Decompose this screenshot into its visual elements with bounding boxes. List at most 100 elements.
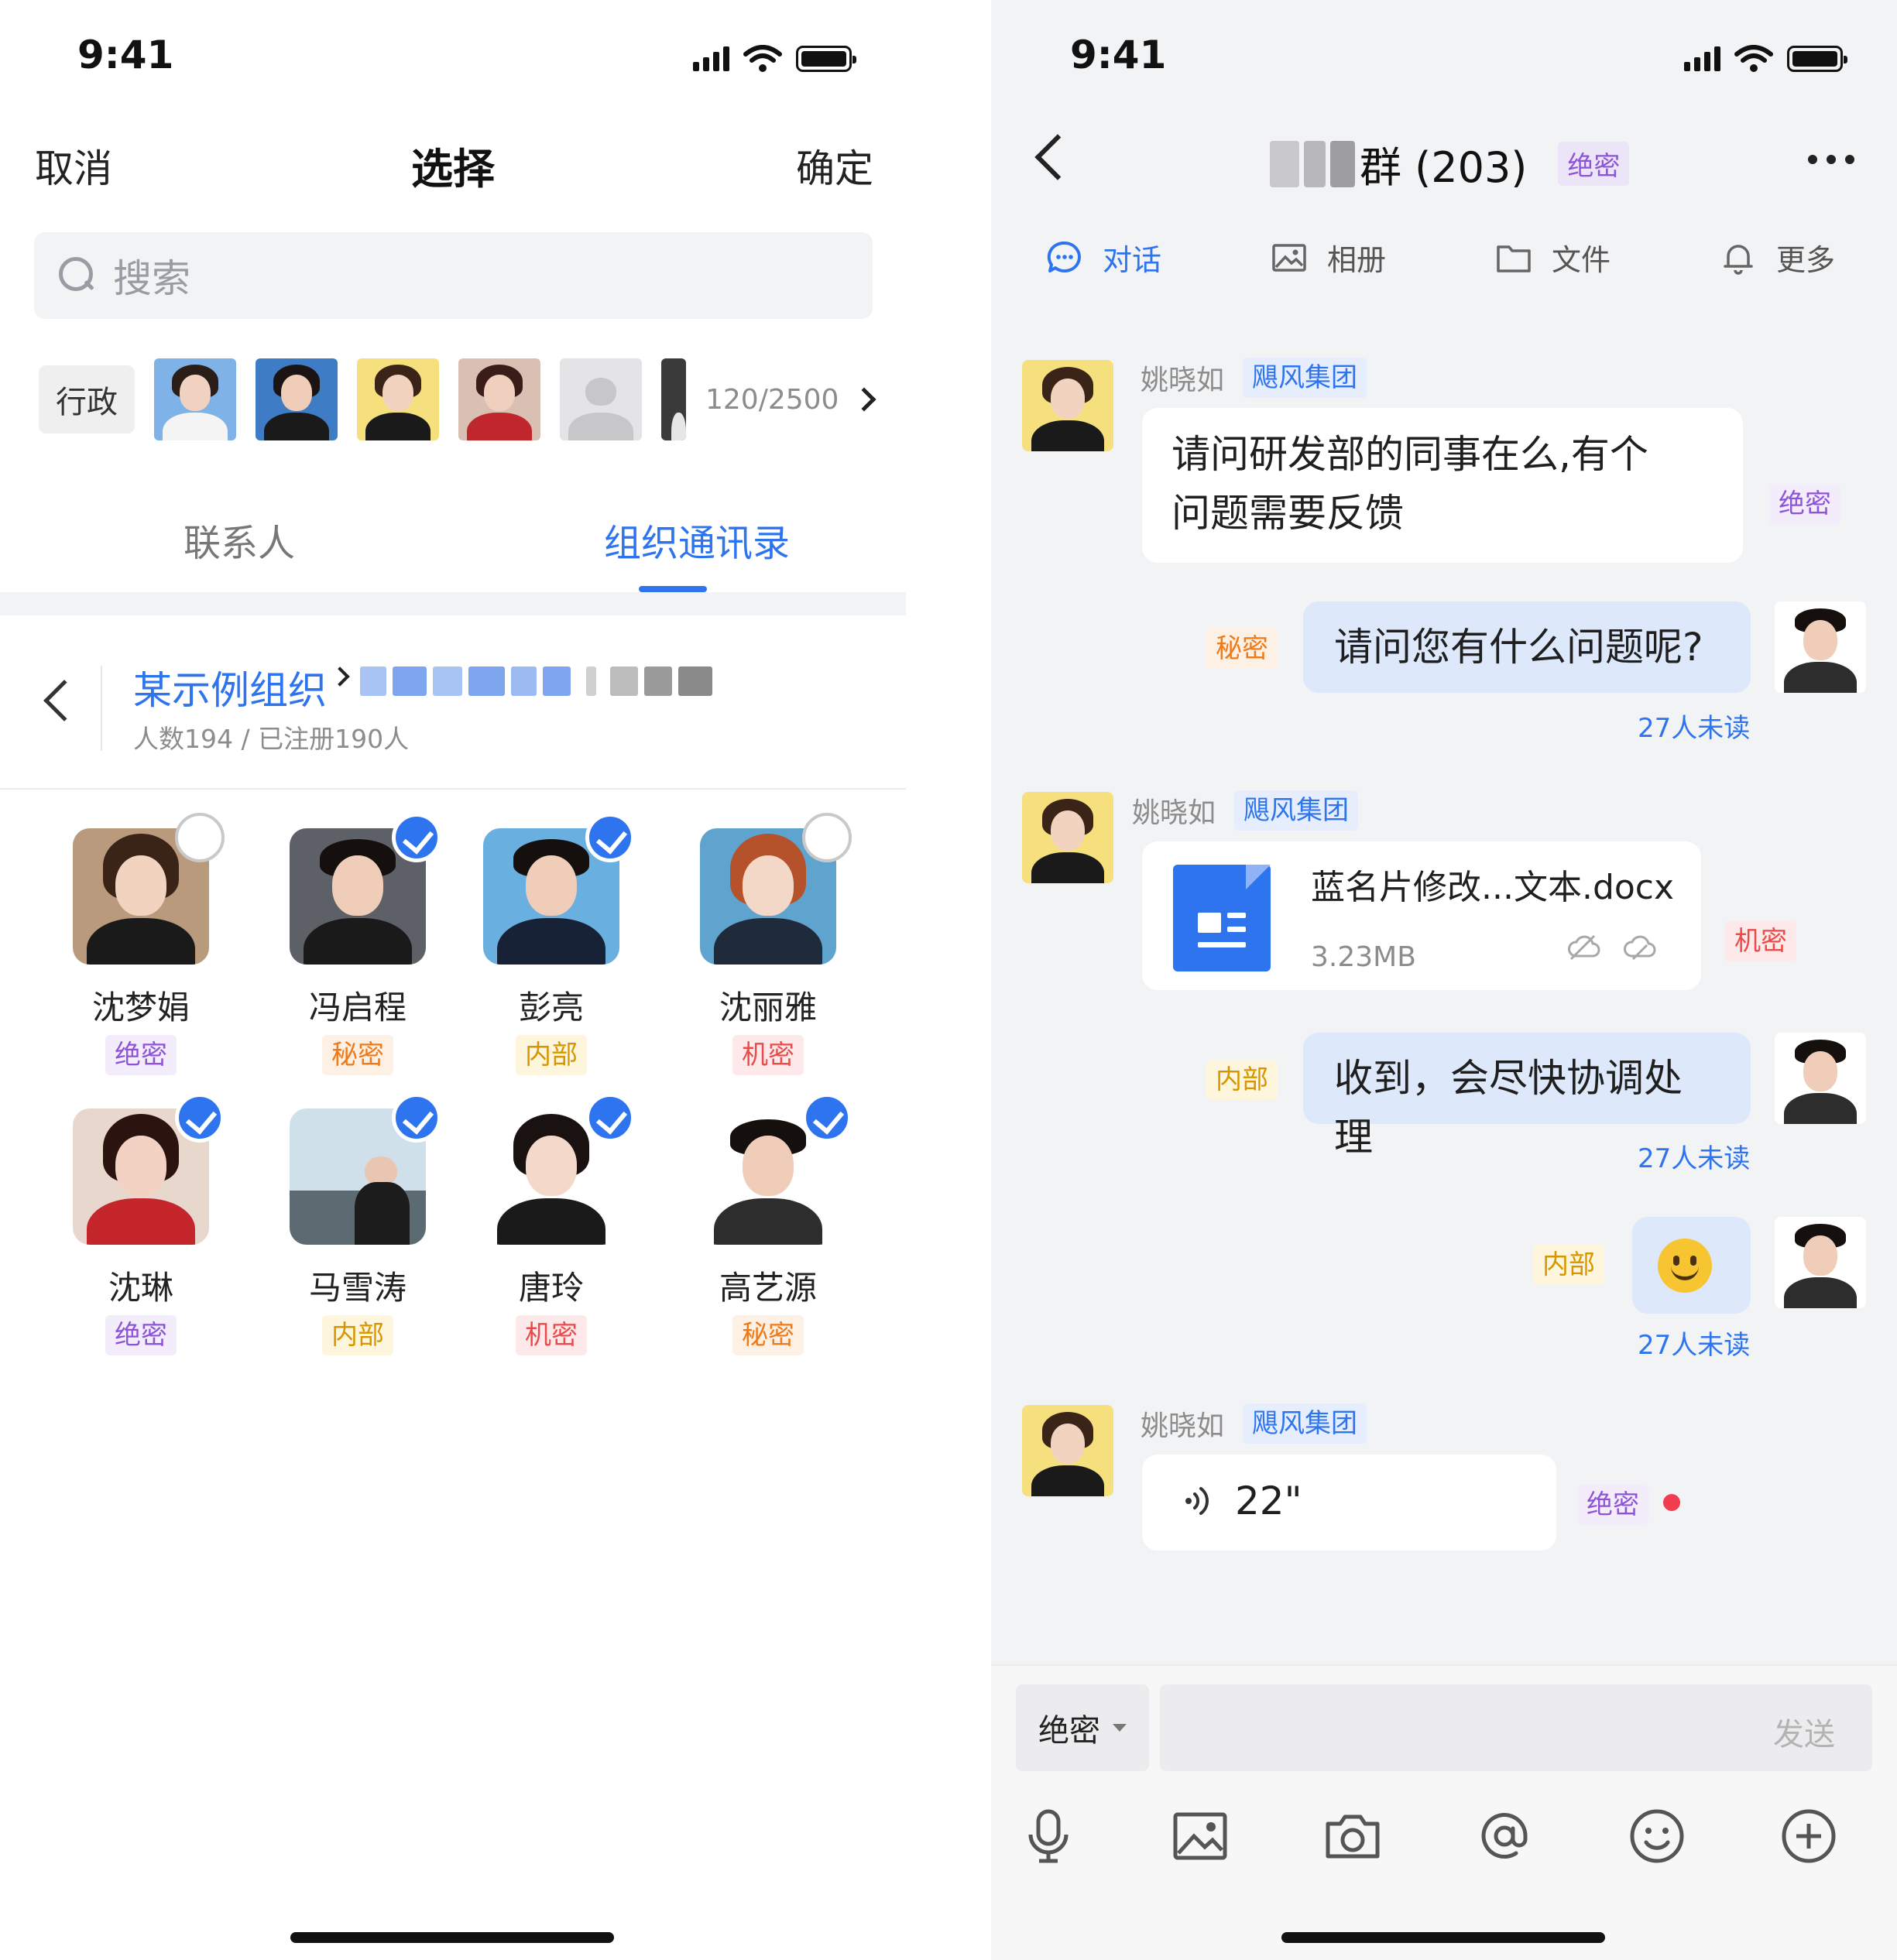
emoji-icon[interactable] (1626, 1805, 1688, 1867)
status-time: 9:41 (1070, 33, 1167, 77)
breadcrumb-org[interactable]: 某示例组织 (133, 660, 327, 715)
camera-icon[interactable] (1322, 1805, 1384, 1867)
unread-count[interactable]: 27人未读 (1638, 1324, 1750, 1362)
image-icon[interactable] (1169, 1805, 1231, 1867)
unread-count[interactable]: 27人未读 (1638, 1137, 1750, 1175)
message-text: 问题需要反馈 (1171, 491, 1404, 536)
message-bubble[interactable]: 请问您有什么问题呢? (1303, 601, 1751, 693)
caret-down-icon (1113, 1724, 1127, 1732)
person-card[interactable]: 沈丽雅 机密 (675, 828, 861, 1075)
chat-title-text: 群 (203) (1360, 143, 1528, 192)
person-name: 沈丽雅 (719, 989, 817, 1026)
chevron-right-icon[interactable] (852, 387, 877, 412)
file-message-bubble[interactable]: 蓝名片修改...文本.docx 3.23MB (1142, 841, 1701, 990)
confirm-button[interactable]: 确定 (796, 138, 873, 194)
org-tag: 飓风集团 (1243, 1403, 1367, 1444)
sender-name: 姚晓如 (1141, 1410, 1225, 1442)
breadcrumb-redacted (360, 666, 712, 697)
cloud-download-icon[interactable] (1622, 931, 1658, 962)
tab-org-directory[interactable]: 组织通讯录 (604, 512, 790, 567)
breadcrumb-chevron-icon (330, 666, 350, 687)
message-input[interactable]: 发送 (1160, 1684, 1872, 1771)
contact-picker-screen: 9:41 取消 选择 确定 搜索 行政 120/2500 联系人 组织通讯录 某… (0, 0, 991, 1960)
emoji-message-bubble[interactable] (1632, 1217, 1751, 1314)
message-text: 请问您有什么问题呢? (1334, 625, 1703, 670)
org-tag: 飓风集团 (1234, 790, 1359, 831)
select-checkbox[interactable] (802, 813, 852, 862)
microphone-icon[interactable] (1017, 1805, 1079, 1867)
tab-album[interactable]: 相册 (1271, 236, 1386, 279)
message-bubble[interactable]: 请问研发部的同事在么,有个 问题需要反馈 (1142, 408, 1743, 563)
cloud-disabled-icon[interactable] (1566, 931, 1602, 962)
sender-line: 姚晓如 飓风集团 (1132, 790, 1359, 831)
voice-message-bubble[interactable]: 22" (1142, 1455, 1556, 1551)
send-button[interactable]: 发送 (1773, 1709, 1835, 1754)
person-name: 沈琳 (108, 1269, 173, 1307)
avatar[interactable] (1775, 1217, 1866, 1308)
chat-title: 群 (203) 绝密 (1270, 133, 1630, 194)
avatar[interactable] (1775, 601, 1866, 693)
person-card[interactable]: 沈梦娟 绝密 (48, 828, 234, 1075)
person-name: 冯启程 (308, 989, 406, 1026)
back-icon[interactable] (43, 680, 85, 721)
tab-files[interactable]: 文件 (1496, 236, 1611, 279)
wifi-icon (1734, 45, 1773, 72)
select-checkbox-checked[interactable] (392, 1093, 441, 1143)
battery-icon (1787, 46, 1847, 72)
message-bubble[interactable]: 收到，会尽快协调处理 (1303, 1033, 1751, 1160)
select-checkbox-checked[interactable] (802, 1093, 852, 1143)
search-input[interactable]: 搜索 (34, 232, 873, 319)
avatar[interactable] (1022, 1405, 1113, 1496)
select-checkbox[interactable] (175, 813, 225, 862)
signal-icon (693, 46, 729, 71)
person-name: 彭亮 (518, 989, 584, 1026)
person-card[interactable]: 冯启程 秘密 (265, 828, 451, 1075)
person-card[interactable]: 彭亮 内部 (458, 828, 644, 1075)
bell-icon (1724, 244, 1753, 275)
selected-avatar[interactable] (458, 358, 540, 440)
person-card[interactable]: 唐玲 机密 (458, 1108, 644, 1355)
group-chat-screen: 9:41 群 (203) 绝密 对话 相册 文件 更多 姚晓如 飓风集团 请问研… (991, 0, 1897, 1960)
avatar[interactable] (1022, 792, 1113, 883)
person-card[interactable]: 沈琳 绝密 (48, 1108, 234, 1355)
select-checkbox-checked[interactable] (585, 1093, 635, 1143)
back-icon[interactable] (1034, 134, 1081, 180)
status-bar: 9:41 (0, 0, 991, 116)
placeholder-avatar[interactable] (560, 358, 642, 440)
selected-avatar[interactable] (661, 358, 686, 440)
person-card[interactable]: 高艺源 秘密 (675, 1108, 861, 1355)
tab-conversation-label: 对话 (1103, 243, 1162, 277)
status-bar: 9:41 (991, 0, 1897, 116)
sender-name: 姚晓如 (1132, 797, 1216, 829)
classification-tag: 绝密 (1577, 1485, 1648, 1525)
tab-more[interactable]: 更多 (1720, 236, 1835, 279)
tab-active-indicator (639, 586, 707, 592)
classification-select[interactable]: 绝密 (1016, 1684, 1149, 1771)
classification-tag: 绝密 (105, 1315, 177, 1355)
selected-avatar[interactable] (154, 358, 236, 440)
divider (0, 788, 906, 790)
page-title: 选择 (411, 145, 495, 194)
document-icon (1173, 865, 1271, 971)
breadcrumb-subtitle: 人数194 / 已注册190人 (133, 724, 410, 754)
selected-count: 120/2500 (705, 383, 839, 416)
avatar[interactable] (1775, 1033, 1866, 1124)
select-checkbox-checked[interactable] (585, 813, 635, 862)
select-checkbox-checked[interactable] (175, 1093, 225, 1143)
classification-tag: 秘密 (322, 1035, 393, 1075)
select-checkbox-checked[interactable] (392, 813, 441, 862)
classification-tag: 内部 (1206, 1060, 1278, 1100)
selected-avatar[interactable] (357, 358, 439, 440)
tab-album-label: 相册 (1327, 243, 1387, 277)
at-icon[interactable] (1473, 1805, 1535, 1867)
avatar[interactable] (1022, 360, 1113, 451)
more-icon[interactable] (1808, 155, 1854, 164)
unread-count[interactable]: 27人未读 (1638, 707, 1750, 745)
add-icon[interactable] (1778, 1805, 1840, 1867)
tab-contacts[interactable]: 联系人 (184, 512, 295, 567)
classification-tag: 绝密 (1558, 142, 1630, 186)
tab-conversation[interactable]: 对话 (1047, 236, 1161, 279)
person-card[interactable]: 马雪涛 内部 (265, 1108, 451, 1355)
selected-avatar[interactable] (256, 358, 338, 440)
selected-chip[interactable]: 行政 (39, 365, 135, 433)
